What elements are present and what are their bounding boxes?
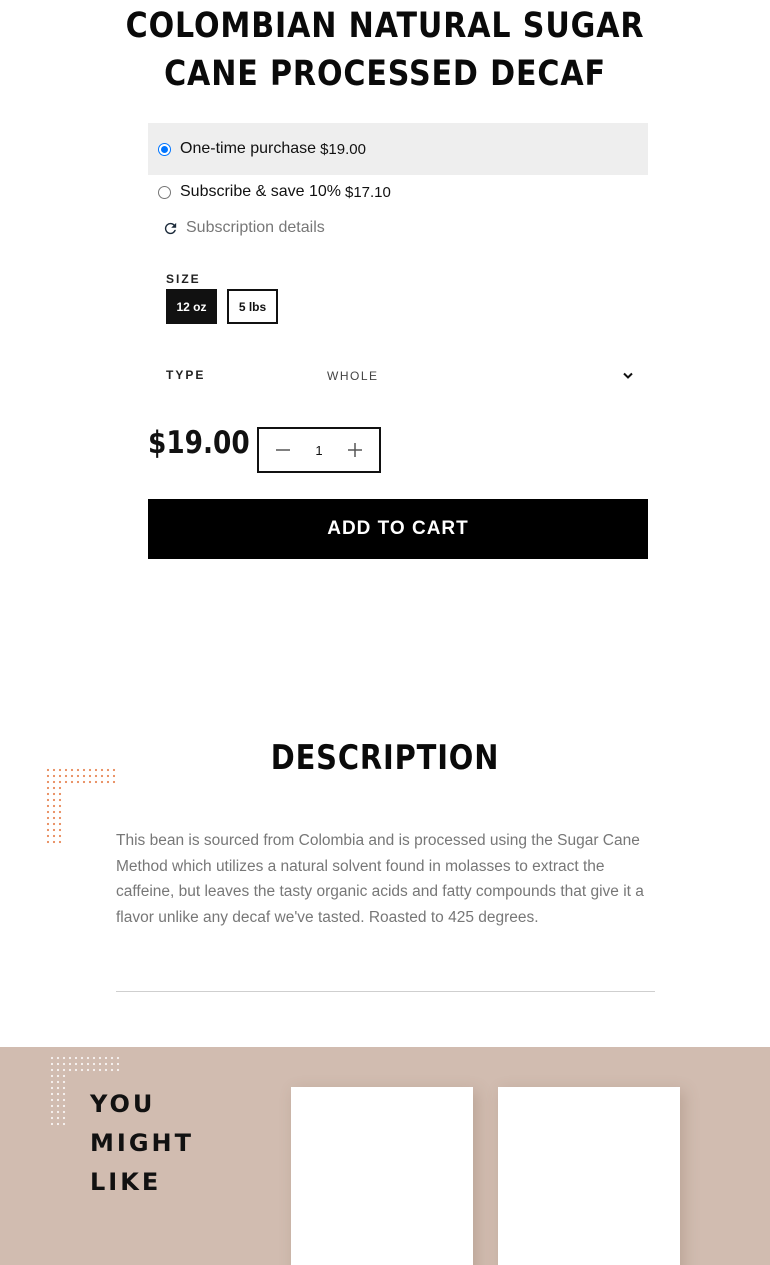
quantity-value[interactable]: 1 xyxy=(315,443,322,458)
you-might-like-line-2: MIGHT xyxy=(90,1129,194,1157)
product-title-line-2: CANE PROCESSED DECAF xyxy=(164,54,606,94)
size-option-5lbs[interactable]: 5 lbs xyxy=(227,289,278,324)
size-label: SIZE xyxy=(166,272,201,286)
related-product-card[interactable] xyxy=(498,1087,680,1265)
you-might-like-line-1: YOU xyxy=(90,1090,156,1118)
one-time-price: $19.00 xyxy=(320,140,366,158)
related-product-card[interactable] xyxy=(291,1087,473,1265)
subscribe-radio[interactable] xyxy=(158,185,171,199)
subscription-details-label: Subscription details xyxy=(186,219,325,236)
decorative-dots-pattern xyxy=(46,768,116,844)
product-title-line-1: COLOMBIAN NATURAL SUGAR xyxy=(125,6,645,46)
one-time-label: One-time purchase xyxy=(180,140,317,157)
quantity-stepper: 1 xyxy=(257,427,381,473)
plus-icon[interactable] xyxy=(347,442,363,458)
description-text: This bean is sourced from Colombia and i… xyxy=(116,832,644,926)
type-select[interactable]: WHOLE xyxy=(327,366,633,386)
product-price: $19.00 xyxy=(148,425,250,461)
product-title: COLOMBIAN NATURAL SUGAR CANE PROCESSED D… xyxy=(54,2,716,98)
subscribe-label: Subscribe & save 10% xyxy=(180,183,341,200)
chevron-down-icon xyxy=(623,372,633,379)
type-selected-value: WHOLE xyxy=(327,369,379,383)
minus-icon[interactable] xyxy=(275,442,291,458)
subscribe-price: $17.10 xyxy=(344,183,391,201)
you-might-like-line-3: LIKE xyxy=(90,1168,162,1196)
subscription-details-link[interactable]: Subscription details xyxy=(162,219,325,237)
description-heading: DESCRIPTION xyxy=(270,738,500,778)
one-time-radio[interactable] xyxy=(158,142,171,156)
refresh-icon xyxy=(164,222,177,234)
add-to-cart-button[interactable]: ADD TO CART xyxy=(148,499,648,559)
type-label: TYPE xyxy=(166,368,206,382)
size-option-12oz[interactable]: 12 oz xyxy=(166,289,217,324)
you-might-like-heading: YOU MIGHT LIKE xyxy=(90,1085,194,1202)
section-divider xyxy=(116,991,655,992)
subscribe-option[interactable]: Subscribe & save 10% $17.10 xyxy=(148,167,648,217)
